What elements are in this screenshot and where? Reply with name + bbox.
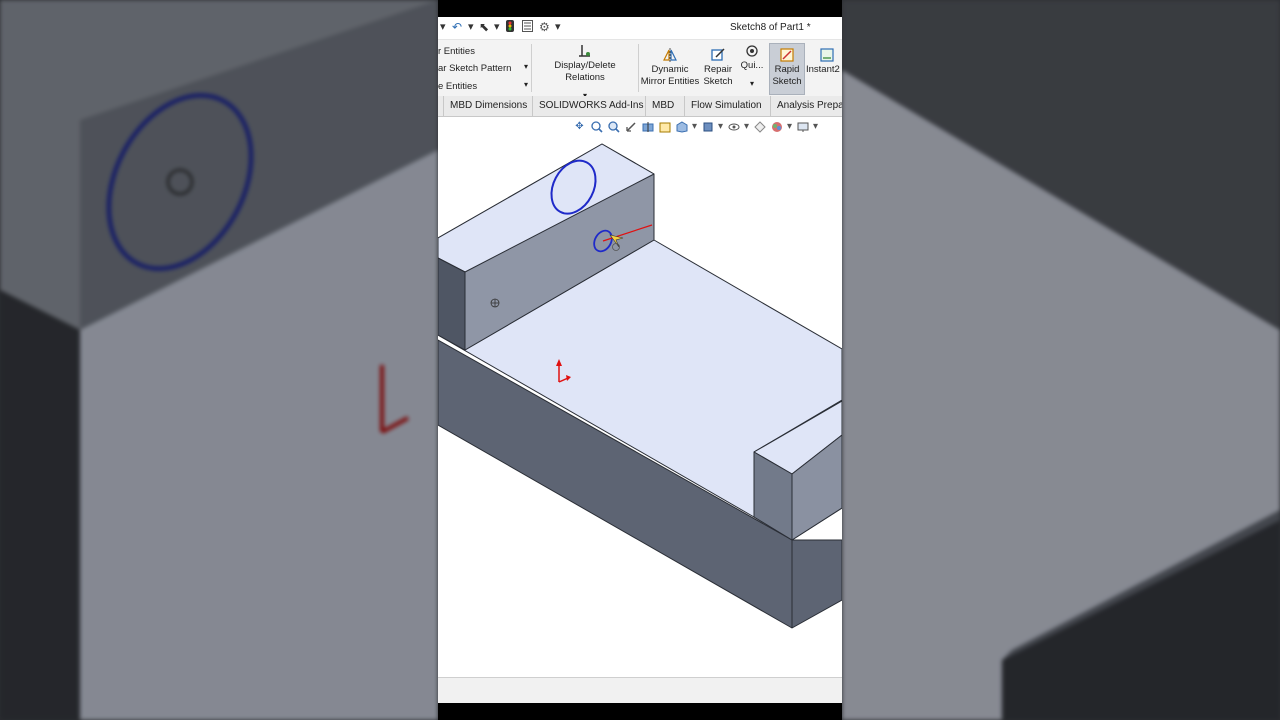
model-view bbox=[438, 143, 842, 629]
chevron-down-icon[interactable]: ▾ bbox=[555, 20, 561, 33]
command-manager-ribbon: r Entities ar Sketch Pattern ▾ e Entitie… bbox=[438, 40, 842, 100]
display-delete-relations-label: Display/Delete Relations bbox=[554, 60, 616, 83]
tab-solidworks-add-ins[interactable]: SOLIDWORKS Add-Ins bbox=[533, 96, 646, 116]
chevron-down-icon[interactable]: ▾ bbox=[494, 20, 500, 33]
relations-icon bbox=[579, 45, 590, 57]
ribbon-separator bbox=[531, 44, 532, 92]
repair-sketch-label-1: Repair bbox=[704, 64, 732, 75]
undo-icon[interactable]: ↶ bbox=[452, 20, 462, 34]
background-model-left bbox=[0, 0, 438, 720]
quick-snaps-icon bbox=[746, 45, 758, 57]
instant2d-button[interactable]: Instant2 bbox=[805, 48, 842, 76]
dynamic-mirror-label-2: Mirror Entities bbox=[640, 76, 700, 87]
repair-sketch-button[interactable]: Repair Sketch bbox=[701, 48, 735, 88]
letterbox-bottom bbox=[438, 703, 842, 720]
instant2d-icon bbox=[820, 48, 834, 62]
quick-snaps-button[interactable]: Qui... ▾ bbox=[737, 44, 767, 90]
letterbox-top bbox=[438, 0, 842, 17]
dynamic-mirror-entities-button[interactable]: Dynamic Mirror Entities bbox=[640, 48, 700, 88]
status-bar bbox=[438, 677, 842, 704]
title-bar: ▾ ↶ ▾ ⬉ ▾ ⚙ ▾ Sketch8 of Part1 * bbox=[438, 17, 842, 40]
dynamic-mirror-label-1: Dynamic bbox=[651, 64, 689, 75]
ribbon-separator bbox=[638, 44, 639, 92]
command-tabs: MBD Dimensions SOLIDWORKS Add-Ins MBD Fl… bbox=[438, 96, 842, 117]
background-blur-right bbox=[842, 0, 1280, 720]
display-delete-relations-button[interactable]: Display/Delete Relations ▾ bbox=[534, 44, 636, 102]
mirror-entities-button[interactable]: r Entities bbox=[438, 46, 475, 57]
tab-mbd-dimensions[interactable]: MBD Dimensions bbox=[444, 96, 533, 116]
window-title: Sketch8 of Part1 * bbox=[730, 22, 811, 33]
traffic-light-icon[interactable] bbox=[506, 20, 514, 35]
instant2d-label: Instant2 bbox=[806, 64, 840, 75]
graphics-area[interactable]: ✥ ▾ ▾ ▾ ▾ ▾ bbox=[438, 117, 842, 677]
chevron-down-icon[interactable]: ▾ bbox=[737, 78, 767, 90]
tab-analysis-preparation[interactable]: Analysis Prepar bbox=[771, 96, 842, 116]
tab-mbd[interactable]: MBD bbox=[646, 96, 685, 116]
rapid-sketch-icon bbox=[780, 48, 794, 62]
wall-left-face bbox=[438, 257, 466, 351]
tab-flow-simulation[interactable]: Flow Simulation bbox=[685, 96, 771, 116]
options-gear-icon[interactable]: ⚙ bbox=[539, 20, 550, 34]
rapid-sketch-label-2: Sketch bbox=[772, 76, 802, 87]
chevron-down-icon[interactable]: ▾ bbox=[468, 20, 474, 33]
file-properties-icon[interactable] bbox=[522, 20, 533, 35]
select-arrow-icon[interactable]: ⬉ bbox=[479, 20, 489, 34]
repair-sketch-icon bbox=[711, 48, 725, 61]
linear-sketch-pattern-button[interactable]: ar Sketch Pattern bbox=[438, 63, 511, 74]
rapid-sketch-label-1: Rapid bbox=[774, 64, 800, 75]
repair-sketch-label-2: Sketch bbox=[703, 76, 733, 87]
rapid-sketch-button[interactable]: Rapid Sketch bbox=[769, 48, 805, 88]
move-entities-button[interactable]: e Entities bbox=[438, 81, 477, 92]
chevron-down-icon[interactable]: ▾ bbox=[524, 80, 528, 89]
chevron-down-icon[interactable]: ▾ bbox=[524, 62, 528, 71]
solidworks-window: ▾ ↶ ▾ ⬉ ▾ ⚙ ▾ Sketch8 of Part1 * r Entit… bbox=[438, 0, 842, 720]
dynamic-mirror-icon bbox=[663, 48, 677, 62]
chevron-down-icon[interactable]: ▾ bbox=[440, 20, 446, 33]
background-blur-left bbox=[0, 0, 438, 720]
quick-snaps-label: Qui... bbox=[740, 60, 764, 71]
background-model-right bbox=[842, 0, 1280, 720]
